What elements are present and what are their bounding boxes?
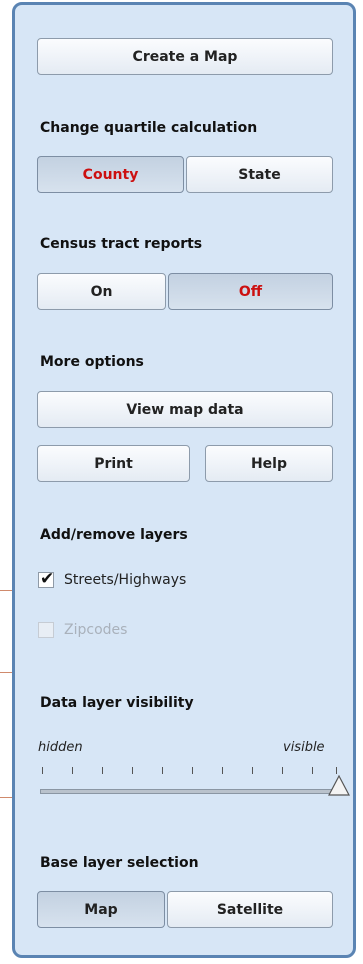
slider-tick [282, 767, 283, 774]
slider-tick [162, 767, 163, 774]
view-map-data-button[interactable]: View map data [37, 391, 333, 428]
slider-min-label: hidden [38, 740, 83, 755]
slider-tick [222, 767, 223, 774]
layer-zipcodes-row: Zipcodes [38, 622, 127, 638]
slider-thumb-handle[interactable] [328, 775, 350, 797]
streets-checkbox[interactable]: ✔ [38, 569, 55, 589]
layers-heading: Add/remove layers [40, 527, 188, 543]
slider-tick [336, 767, 337, 774]
slider-max-label: visible [283, 740, 325, 755]
slider-track[interactable] [40, 789, 342, 794]
map-road-line [0, 797, 12, 798]
more-options-heading: More options [40, 354, 144, 370]
slider-tick [72, 767, 73, 774]
quartile-heading: Change quartile calculation [40, 120, 258, 136]
slider-tick [132, 767, 133, 774]
slider-tick [312, 767, 313, 774]
base-layer-heading: Base layer selection [40, 855, 199, 871]
base-satellite-button[interactable]: Satellite [167, 891, 333, 928]
quartile-state-button[interactable]: State [186, 156, 333, 193]
map-road-line [0, 590, 12, 591]
map-road-line [0, 672, 12, 673]
create-map-button[interactable]: Create a Map [37, 38, 333, 75]
census-off-button[interactable]: Off [168, 273, 333, 310]
slider-tick [252, 767, 253, 774]
checkmark-icon: ✔ [40, 569, 55, 589]
layer-streets-row[interactable]: ✔ Streets/Highways [38, 569, 187, 589]
zipcodes-checkbox [38, 622, 54, 638]
slider-tick [192, 767, 193, 774]
quartile-county-button[interactable]: County [37, 156, 184, 193]
base-map-button[interactable]: Map [37, 891, 165, 928]
help-button[interactable]: Help [205, 445, 333, 482]
streets-label: Streets/Highways [64, 572, 187, 588]
slider-tick [102, 767, 103, 774]
map-options-panel: Create a Map Change quartile calculation… [12, 2, 356, 958]
visibility-heading: Data layer visibility [40, 695, 194, 711]
zipcodes-label: Zipcodes [64, 622, 128, 638]
print-button[interactable]: Print [37, 445, 190, 482]
census-on-button[interactable]: On [37, 273, 166, 310]
visibility-slider[interactable] [40, 767, 350, 807]
slider-tick [42, 767, 43, 774]
census-heading: Census tract reports [40, 236, 203, 252]
